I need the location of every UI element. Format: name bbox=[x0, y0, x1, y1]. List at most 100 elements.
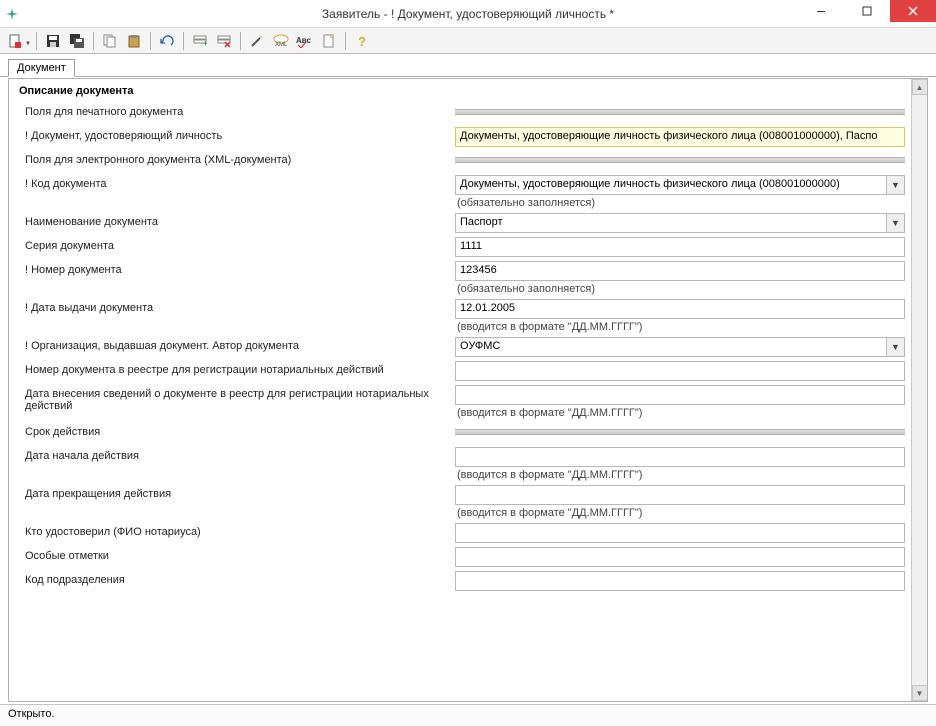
hint-required: (обязательно заполняется) bbox=[455, 197, 905, 209]
new-doc-icon bbox=[8, 34, 22, 48]
doc-code-combo[interactable]: Документы, удостоверяющие личность физич… bbox=[455, 175, 905, 195]
delrow-icon bbox=[217, 34, 231, 48]
close-icon bbox=[908, 6, 918, 16]
title-bar: Заявитель - ! Документ, удостоверяющий л… bbox=[0, 0, 936, 28]
label-start-date: Дата начала действия bbox=[15, 447, 455, 462]
copy-button[interactable] bbox=[99, 30, 121, 52]
chevron-down-icon[interactable]: ▼ bbox=[886, 214, 904, 232]
label-doc-code: ! Код документа bbox=[15, 175, 455, 190]
label-print-fields: Поля для печатного документа bbox=[15, 103, 455, 118]
toolbar-separator bbox=[36, 32, 37, 50]
doc-series-input[interactable]: 1111 bbox=[455, 237, 905, 257]
xml-icon: XML bbox=[273, 34, 289, 48]
close-button[interactable] bbox=[890, 0, 936, 22]
page-button[interactable] bbox=[318, 30, 340, 52]
scroll-up-button[interactable]: ▲ bbox=[912, 79, 928, 95]
label-issuer-org: ! Организация, выдавшая документ. Автор … bbox=[15, 337, 455, 352]
save-button[interactable] bbox=[42, 30, 64, 52]
hint-required: (обязательно заполняется) bbox=[455, 283, 905, 295]
hint-date-format: (вводится в формате "ДД.ММ.ГГГГ") bbox=[455, 321, 905, 333]
label-special-marks: Особые отметки bbox=[15, 547, 455, 562]
label-end-date: Дата прекращения действия bbox=[15, 485, 455, 500]
saveall-icon bbox=[70, 34, 84, 48]
app-icon bbox=[0, 8, 24, 20]
toolbar-separator bbox=[345, 32, 346, 50]
new-dropdown[interactable]: ▼ bbox=[25, 41, 31, 47]
label-certified-by: Кто удостоверил (ФИО нотариуса) bbox=[15, 523, 455, 538]
copy-icon bbox=[103, 34, 117, 48]
vertical-scrollbar[interactable]: ▲ ▼ bbox=[911, 79, 927, 701]
special-marks-input[interactable] bbox=[455, 547, 905, 567]
label-doc-series: Серия документа bbox=[15, 237, 455, 252]
section-rule bbox=[455, 109, 905, 115]
start-date-input[interactable] bbox=[455, 447, 905, 467]
wand-button[interactable] bbox=[246, 30, 268, 52]
issue-date-input[interactable]: 12.01.2005 bbox=[455, 299, 905, 319]
end-date-input[interactable] bbox=[455, 485, 905, 505]
page-icon bbox=[322, 34, 336, 48]
label-doc-name: Наименование документа bbox=[15, 213, 455, 228]
maximize-button[interactable] bbox=[844, 0, 890, 22]
minimize-button[interactable] bbox=[798, 0, 844, 22]
toolbar: ▼ + XML Авс ? bbox=[0, 28, 936, 54]
label-xml-fields: Поля для электронного документа (XML-док… bbox=[15, 151, 455, 166]
section-rule bbox=[455, 157, 905, 163]
status-bar: Открыто. bbox=[0, 704, 936, 726]
svg-text:?: ? bbox=[358, 34, 366, 48]
help-button[interactable]: ? bbox=[351, 30, 373, 52]
status-text: Открыто. bbox=[8, 708, 55, 720]
toolbar-separator bbox=[183, 32, 184, 50]
svg-text:Авс: Авс bbox=[296, 36, 311, 45]
hint-date-format: (вводится в формате "ДД.ММ.ГГГГ") bbox=[455, 507, 905, 519]
wand-icon bbox=[250, 34, 264, 48]
toolbar-separator bbox=[150, 32, 151, 50]
help-icon: ? bbox=[355, 34, 369, 48]
maximize-icon bbox=[862, 6, 872, 16]
svg-text:XML: XML bbox=[275, 42, 288, 48]
delrow-button[interactable] bbox=[213, 30, 235, 52]
undo-icon bbox=[160, 34, 174, 48]
paste-icon bbox=[127, 34, 141, 48]
toolbar-separator bbox=[240, 32, 241, 50]
label-identity-doc: ! Документ, удостоверяющий личность bbox=[15, 127, 455, 142]
group-title: Описание документа bbox=[15, 85, 905, 99]
form-scrollpane: Описание документа Поля для печатного до… bbox=[8, 78, 928, 702]
identity-doc-field[interactable]: Документы, удостоверяющие личность физич… bbox=[455, 127, 905, 147]
certified-by-input[interactable] bbox=[455, 523, 905, 543]
label-issue-date: ! Дата выдачи документа bbox=[15, 299, 455, 314]
paste-button[interactable] bbox=[123, 30, 145, 52]
issuer-org-combo[interactable]: ОУФМС bbox=[455, 337, 905, 357]
addrow-icon: + bbox=[193, 34, 207, 48]
toolbar-separator bbox=[93, 32, 94, 50]
xml-button[interactable]: XML bbox=[270, 30, 292, 52]
registry-number-input[interactable] bbox=[455, 361, 905, 381]
window-controls bbox=[798, 0, 936, 27]
chevron-down-icon[interactable]: ▼ bbox=[886, 176, 904, 194]
minimize-icon bbox=[816, 6, 826, 16]
label-registry-number: Номер документа в реестре для регистраци… bbox=[15, 361, 455, 376]
scroll-down-button[interactable]: ▼ bbox=[912, 685, 928, 701]
addrow-button[interactable]: + bbox=[189, 30, 211, 52]
new-button[interactable] bbox=[4, 30, 26, 52]
svg-text:+: + bbox=[203, 39, 207, 48]
spellcheck-button[interactable]: Авс bbox=[294, 30, 316, 52]
label-registry-date: Дата внесения сведений о документе в рее… bbox=[15, 385, 455, 412]
label-doc-number: ! Номер документа bbox=[15, 261, 455, 276]
label-validity: Срок действия bbox=[15, 423, 455, 438]
chevron-down-icon[interactable]: ▼ bbox=[886, 338, 904, 356]
undo-button[interactable] bbox=[156, 30, 178, 52]
window-title: Заявитель - ! Документ, удостоверяющий л… bbox=[0, 7, 936, 21]
dept-code-input[interactable] bbox=[455, 571, 905, 591]
doc-number-input[interactable]: 123456 bbox=[455, 261, 905, 281]
section-rule bbox=[455, 429, 905, 435]
hint-date-format: (вводится в формате "ДД.ММ.ГГГГ") bbox=[455, 407, 905, 419]
saveall-button[interactable] bbox=[66, 30, 88, 52]
abc-icon: Авс bbox=[296, 34, 314, 48]
tab-strip: Документ bbox=[0, 54, 936, 77]
doc-name-combo[interactable]: Паспорт bbox=[455, 213, 905, 233]
hint-date-format: (вводится в формате "ДД.ММ.ГГГГ") bbox=[455, 469, 905, 481]
tab-document[interactable]: Документ bbox=[8, 59, 75, 77]
save-icon bbox=[46, 34, 60, 48]
registry-date-input[interactable] bbox=[455, 385, 905, 405]
label-dept-code: Код подразделения bbox=[15, 571, 455, 586]
